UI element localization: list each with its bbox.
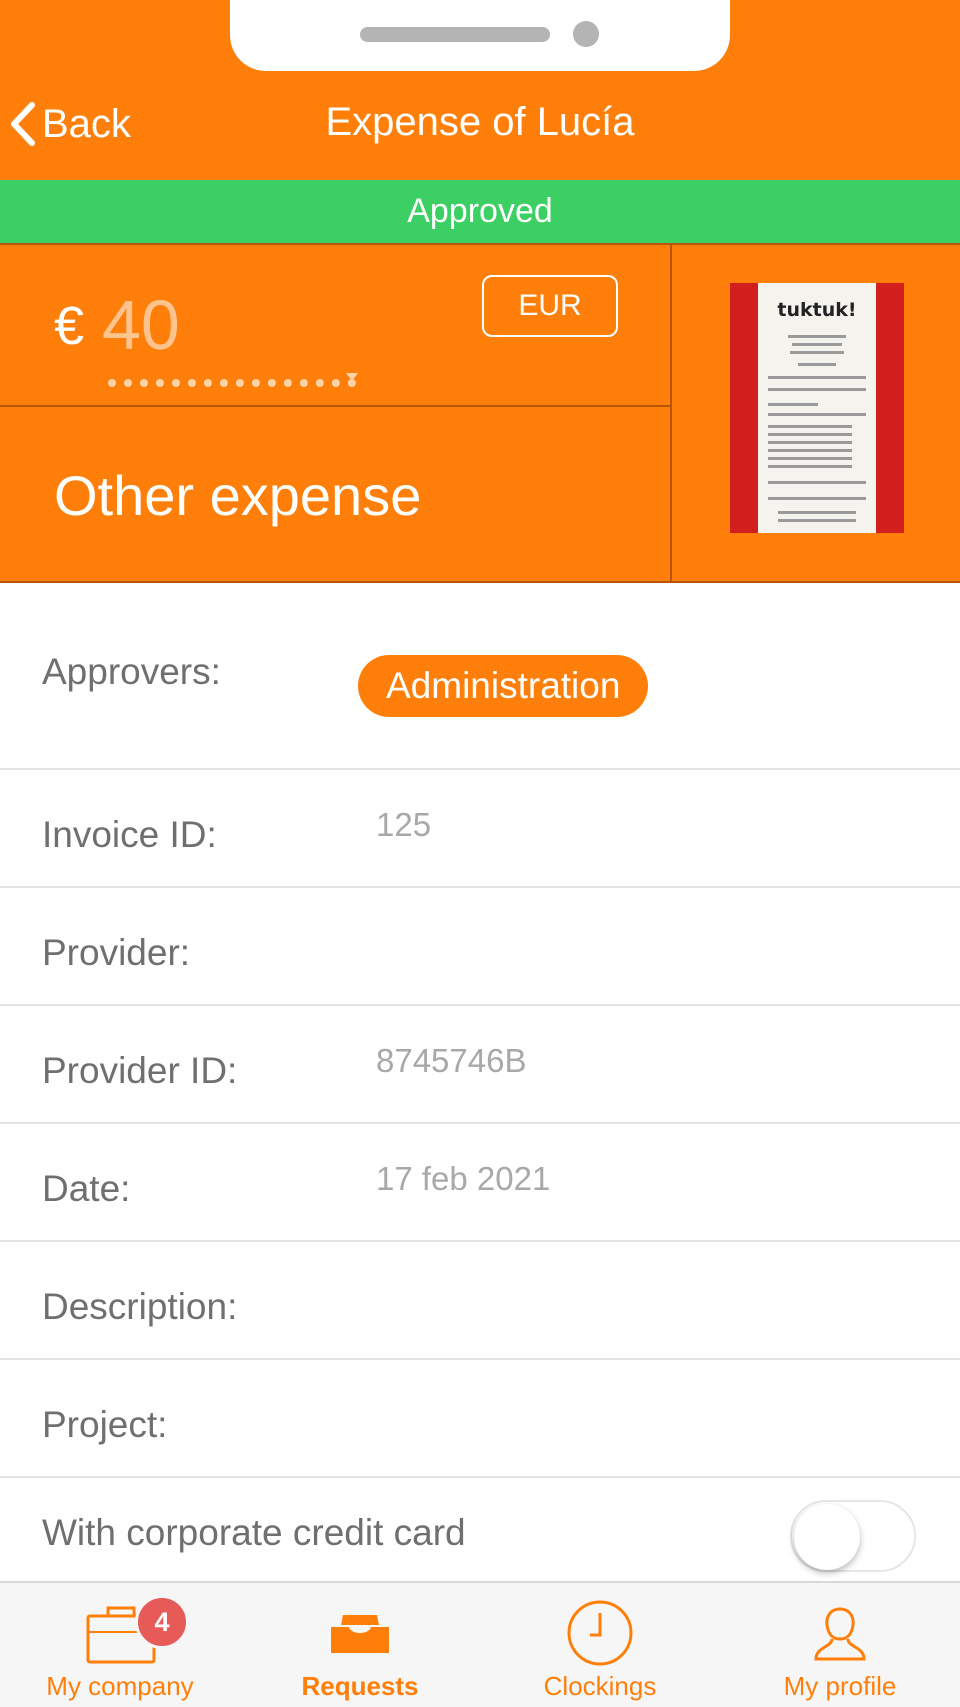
page-title: Expense of Lucía	[325, 100, 635, 144]
speaker-grille	[360, 27, 550, 42]
status-banner: Approved	[0, 180, 960, 243]
summary-left-panel: € 40 EUR Other expense	[0, 245, 672, 581]
front-camera	[573, 21, 599, 47]
receipt-line	[768, 413, 866, 416]
receipt-line	[768, 388, 866, 391]
tab-label: My company	[46, 1671, 194, 1701]
receipt-paper: tuktuk!	[758, 283, 876, 533]
provider-id-label: Provider ID:	[42, 1050, 238, 1091]
receipt-line	[768, 425, 852, 428]
expense-type[interactable]: Other expense	[54, 463, 421, 528]
receipt-brand-logo: tuktuk!	[777, 299, 857, 321]
invoice-id-value: 125	[376, 806, 432, 843]
project-label: Project:	[42, 1404, 168, 1445]
tab-bar: 4 My company Requests Clockings My profi	[0, 1581, 960, 1707]
receipt-thumbnail[interactable]: tuktuk!	[730, 283, 904, 533]
briefcase-icon	[0, 1595, 240, 1671]
user-icon	[720, 1595, 960, 1671]
receipt-line	[768, 403, 818, 406]
invoice-id-row[interactable]: Invoice ID: 125	[0, 770, 960, 888]
inbox-tray-icon	[240, 1595, 480, 1671]
receipt-line	[768, 376, 866, 379]
description-row[interactable]: Description:	[0, 1242, 960, 1360]
receipt-line	[788, 335, 846, 338]
corporate-card-toggle[interactable]	[790, 1500, 916, 1572]
approvers-label: Approvers:	[42, 651, 221, 692]
notification-badge: 4	[135, 1595, 189, 1649]
receipt-line	[768, 457, 852, 460]
amount-row: € 40 EUR	[0, 245, 670, 407]
tab-label: Requests	[301, 1671, 419, 1701]
approver-chip[interactable]: Administration	[358, 655, 649, 717]
currency-button[interactable]: EUR	[482, 275, 618, 337]
receipt-line	[768, 449, 852, 452]
receipt-line	[792, 343, 842, 346]
corporate-card-row: With corporate credit card	[0, 1478, 960, 1588]
tab-my-profile[interactable]: My profile	[720, 1583, 960, 1707]
toggle-knob	[794, 1504, 860, 1570]
date-row[interactable]: Date: 17 feb 2021	[0, 1124, 960, 1242]
receipt-line	[768, 497, 866, 500]
amount-value[interactable]: 40	[102, 285, 180, 365]
tab-requests[interactable]: Requests	[240, 1583, 480, 1707]
amount-input-underline	[108, 377, 356, 387]
currency-symbol: €	[54, 296, 85, 356]
device-notch	[230, 0, 730, 71]
receipt-line	[790, 351, 844, 354]
description-label: Description:	[42, 1286, 238, 1327]
provider-id-value: 8745746B	[376, 1042, 527, 1079]
provider-id-row[interactable]: Provider ID: 8745746B	[0, 1006, 960, 1124]
receipt-line	[778, 511, 856, 514]
tab-label: My profile	[783, 1671, 897, 1701]
clock-icon	[480, 1595, 720, 1671]
app-header: Back Expense of Lucía	[0, 0, 960, 180]
corporate-card-label: With corporate credit card	[42, 1512, 466, 1553]
date-value: 17 feb 2021	[376, 1160, 551, 1197]
receipt-line	[768, 441, 852, 444]
approvers-row: Approvers: Administration	[0, 585, 960, 770]
expense-details: Approvers: Administration Invoice ID: 12…	[0, 585, 960, 1588]
tab-clockings[interactable]: Clockings	[480, 1583, 720, 1707]
dropdown-caret-icon	[346, 373, 358, 381]
date-label: Date:	[42, 1168, 131, 1209]
receipt-line	[768, 465, 852, 468]
receipt-line	[768, 481, 866, 484]
summary-right-panel: tuktuk!	[672, 245, 960, 581]
tab-label: Clockings	[543, 1671, 657, 1701]
invoice-id-label: Invoice ID:	[42, 814, 217, 855]
receipt-line	[768, 433, 852, 436]
tab-my-company[interactable]: 4 My company	[0, 1583, 240, 1707]
receipt-line	[798, 363, 836, 366]
provider-row[interactable]: Provider:	[0, 888, 960, 1006]
project-row[interactable]: Project:	[0, 1360, 960, 1478]
provider-label: Provider:	[42, 932, 191, 973]
receipt-line	[778, 519, 856, 522]
expense-summary: € 40 EUR Other expense tuktuk!	[0, 243, 960, 583]
